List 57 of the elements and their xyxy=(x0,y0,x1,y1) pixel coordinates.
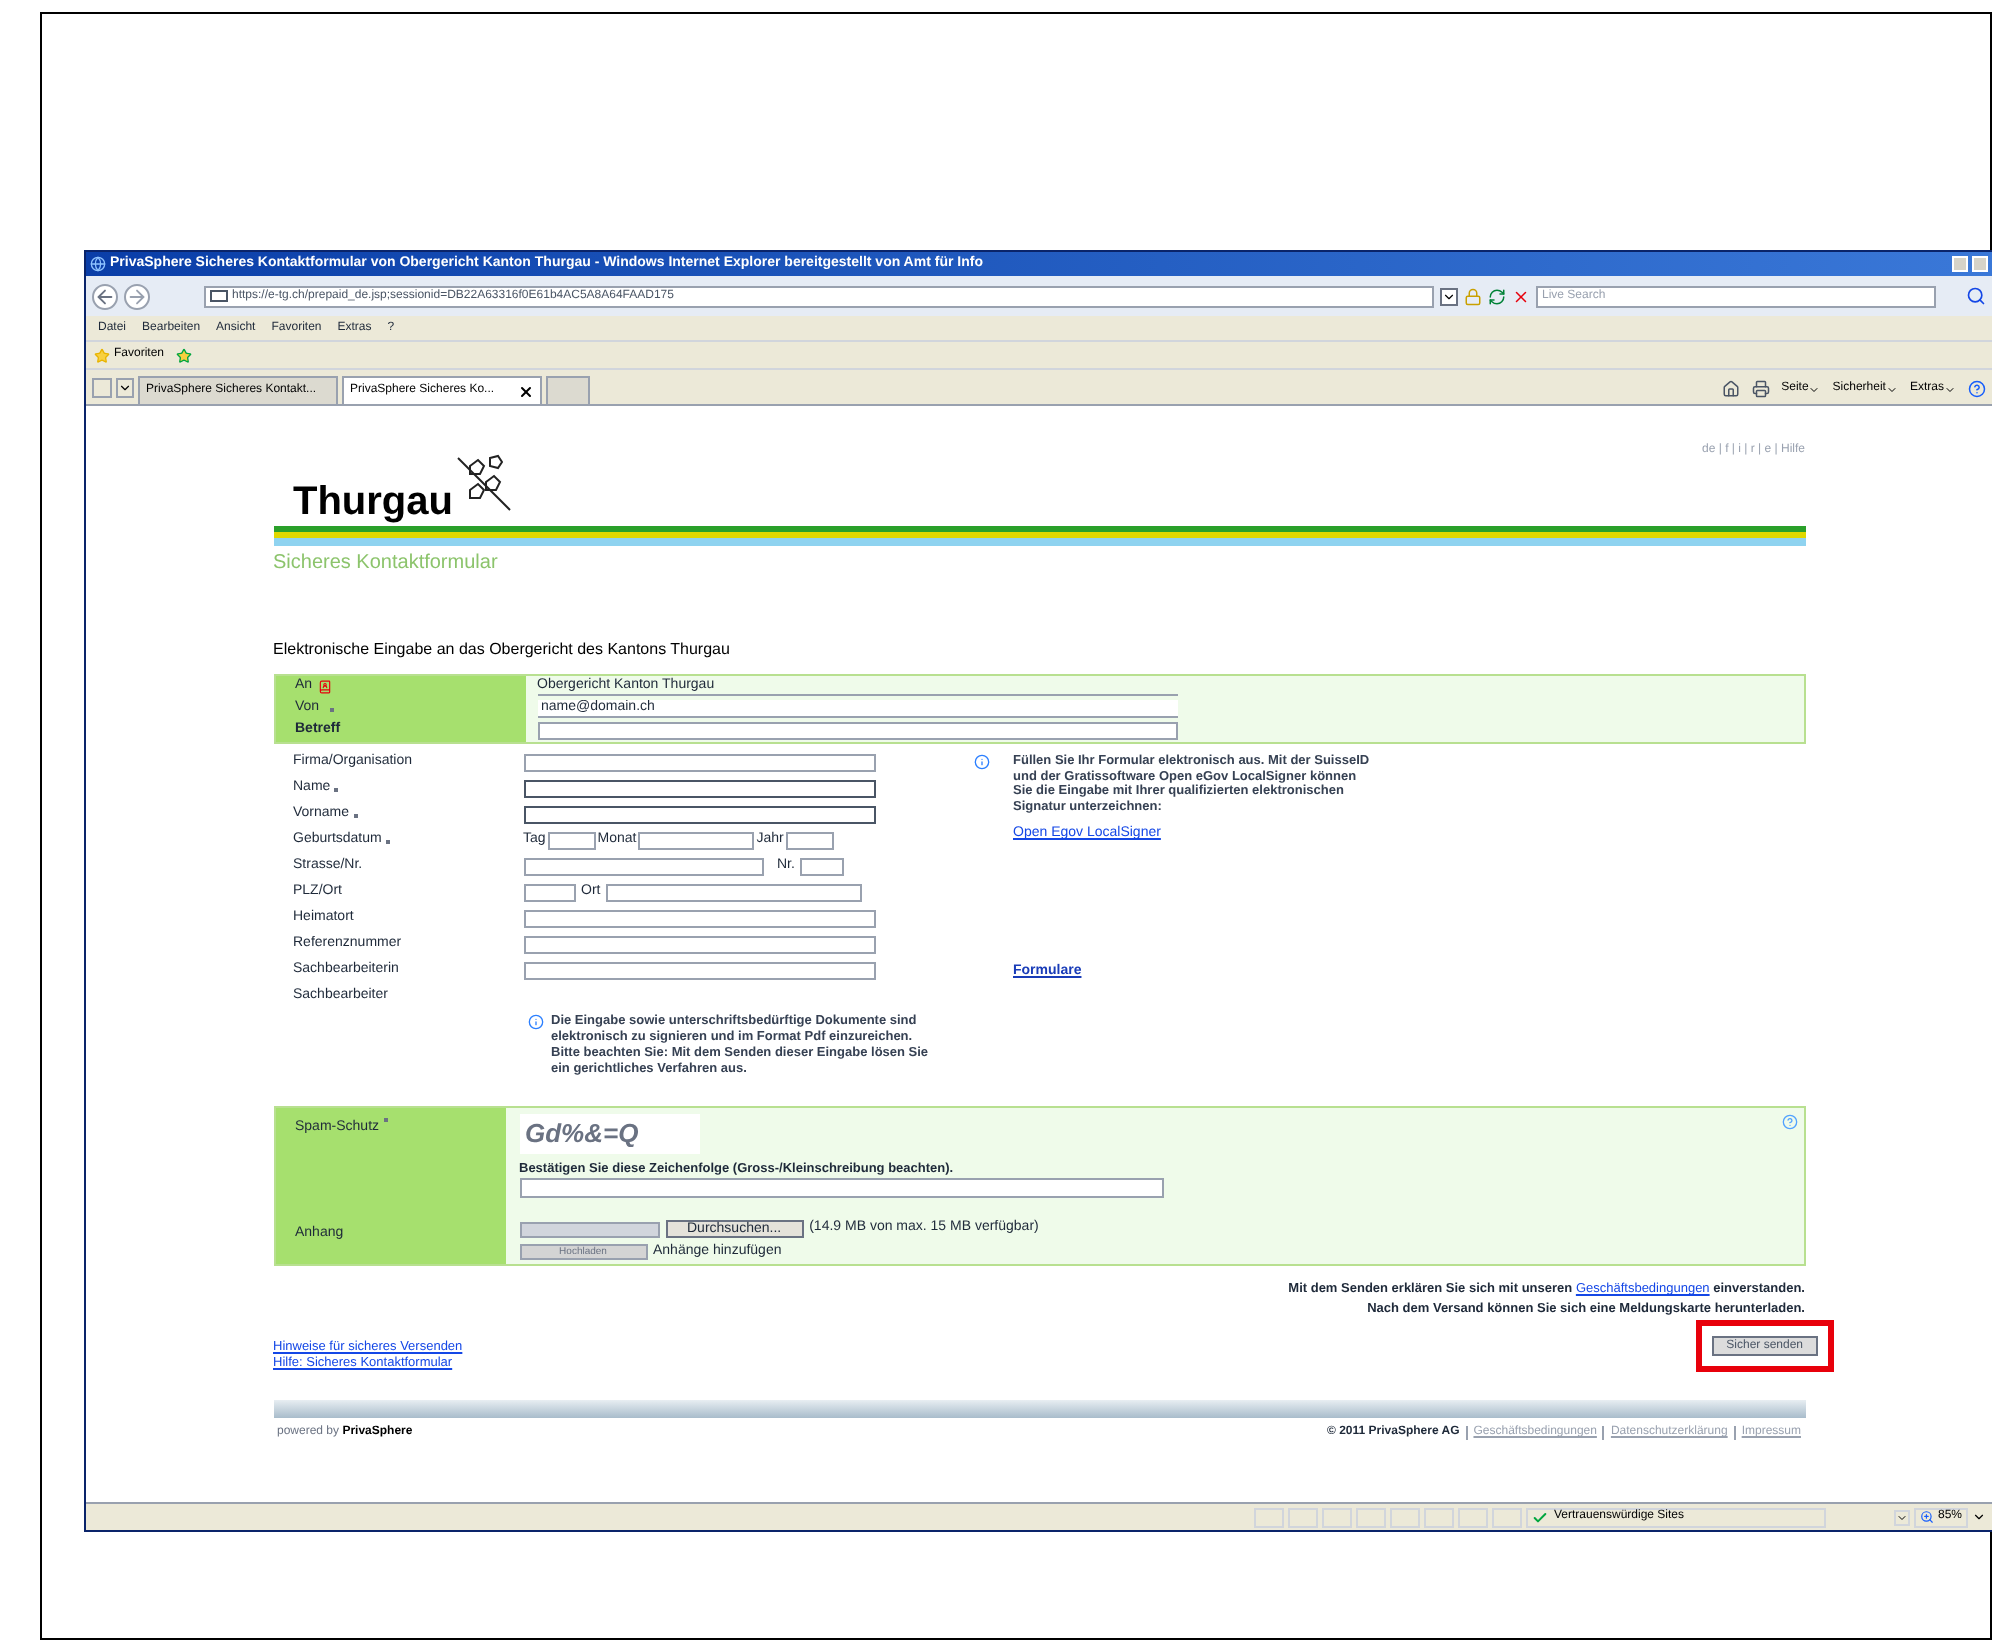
input-field[interactable] xyxy=(537,722,1177,740)
status-pane xyxy=(1491,1507,1522,1527)
input-field[interactable] xyxy=(523,754,875,772)
input-field[interactable] xyxy=(523,780,875,798)
input-field[interactable] xyxy=(523,962,875,980)
input-field[interactable] xyxy=(800,858,845,876)
info-icon xyxy=(527,1014,543,1030)
input-field[interactable] xyxy=(519,1178,1163,1199)
check-icon xyxy=(1531,1509,1548,1525)
forward-button[interactable] xyxy=(124,283,150,309)
caret-icon xyxy=(1944,383,1956,395)
input-field[interactable] xyxy=(523,884,575,902)
input-field[interactable] xyxy=(547,832,596,850)
tab-list-icon[interactable] xyxy=(116,378,134,398)
status-pane xyxy=(1389,1507,1420,1527)
status-pane xyxy=(1423,1507,1454,1527)
help-icon[interactable] xyxy=(1781,1114,1797,1130)
star-icon xyxy=(94,347,110,363)
address-book-icon[interactable] xyxy=(318,680,333,694)
zoom-icon xyxy=(1919,1510,1934,1524)
new-tab-button[interactable] xyxy=(546,376,590,404)
status-pane xyxy=(1287,1507,1318,1527)
protected-mode-icon[interactable] xyxy=(1893,1509,1910,1525)
input-field[interactable] xyxy=(523,910,875,928)
home-icon[interactable] xyxy=(1721,380,1740,398)
input-field[interactable] xyxy=(523,806,875,824)
minimize-button[interactable] xyxy=(1952,256,1968,272)
lock-icon[interactable] xyxy=(1464,287,1482,305)
info-icon xyxy=(973,754,989,770)
form-heading: Elektronische Eingabe an das Obergericht des Kantons Thurgau xyxy=(273,638,732,662)
caret-icon xyxy=(1808,383,1821,395)
dropdown-icon[interactable] xyxy=(1440,287,1458,305)
input-field[interactable] xyxy=(785,832,834,850)
input-field[interactable] xyxy=(523,858,763,876)
print-icon[interactable] xyxy=(1751,380,1770,398)
search-icon[interactable] xyxy=(1966,286,1986,306)
help-icon[interactable] xyxy=(1968,380,1986,398)
add-favorite-icon[interactable] xyxy=(176,347,193,363)
status-pane xyxy=(1321,1507,1352,1527)
back-button[interactable] xyxy=(92,283,118,309)
logo-text: Thurgau xyxy=(293,482,453,522)
page-icon xyxy=(210,290,228,302)
page-subtitle: Sicheres Kontaktformular xyxy=(273,550,500,578)
stop-icon[interactable] xyxy=(1512,287,1530,305)
refresh-icon[interactable] xyxy=(1488,287,1506,305)
file-input-field[interactable] xyxy=(519,1221,659,1237)
input-field[interactable] xyxy=(638,832,755,850)
caret-icon xyxy=(1885,383,1898,395)
input-field[interactable] xyxy=(606,884,863,902)
captcha-image: Gd%&=Q xyxy=(519,1114,699,1153)
close-tab-icon[interactable] xyxy=(518,383,534,399)
input-field[interactable] xyxy=(523,936,875,954)
status-pane xyxy=(1355,1507,1386,1527)
status-pane xyxy=(1253,1507,1284,1527)
zoom-menu-icon[interactable] xyxy=(1972,1510,1986,1524)
status-pane xyxy=(1457,1507,1488,1527)
maximize-button[interactable] xyxy=(1972,256,1988,272)
